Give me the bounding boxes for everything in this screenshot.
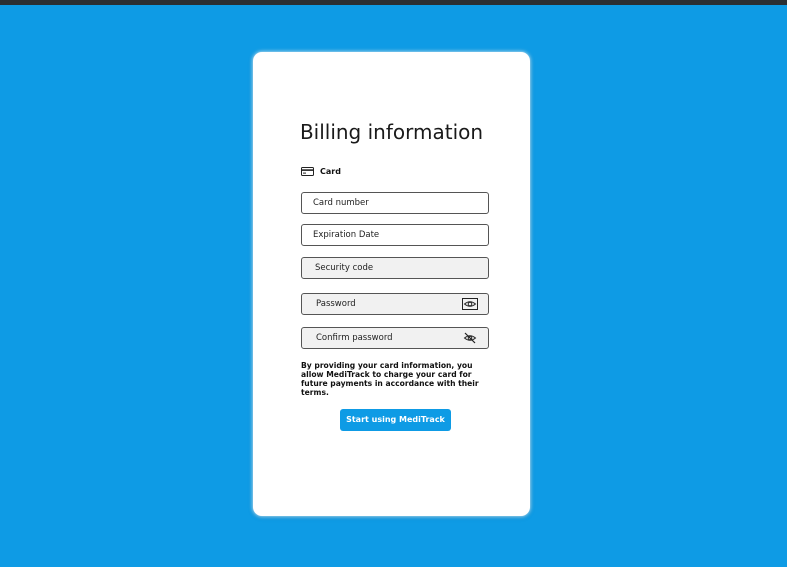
password-field[interactable]: Password xyxy=(301,293,489,315)
credit-card-icon xyxy=(301,166,314,176)
start-using-button[interactable]: Start using MediTrack xyxy=(340,409,451,431)
security-code-placeholder: Security code xyxy=(315,263,374,273)
card-number-placeholder: Card number xyxy=(313,198,369,208)
expiration-date-field[interactable]: Expiration Date xyxy=(301,224,489,246)
billing-notice: By providing your card information, you … xyxy=(301,361,479,397)
card-section-header: Card xyxy=(301,165,341,177)
confirm-password-placeholder: Confirm password xyxy=(316,333,393,343)
expiration-date-placeholder: Expiration Date xyxy=(313,230,380,240)
window-top-bar xyxy=(0,0,787,5)
eye-off-icon[interactable] xyxy=(462,331,478,345)
section-label: Card xyxy=(320,166,341,176)
confirm-password-field[interactable]: Confirm password xyxy=(301,327,489,349)
card-number-field[interactable]: Card number xyxy=(301,192,489,214)
billing-card: Billing information Card Card number Exp… xyxy=(253,52,530,516)
password-placeholder: Password xyxy=(316,299,356,309)
security-code-field[interactable]: Security code xyxy=(301,257,489,279)
eye-icon[interactable] xyxy=(462,297,478,311)
page-title: Billing information xyxy=(299,120,484,144)
